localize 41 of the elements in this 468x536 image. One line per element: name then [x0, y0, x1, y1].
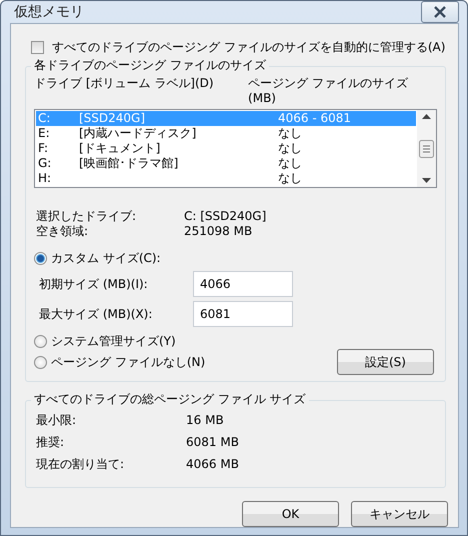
- column-header: ページング ファイルのサイズ (MB): [248, 76, 409, 106]
- summary-value: 4066 MB: [186, 457, 239, 473]
- window-title: 仮想メモリ: [14, 4, 84, 20]
- close-icon: [433, 6, 447, 18]
- radio-option[interactable]: システム管理サイズ(Y): [34, 331, 293, 352]
- summary-value: 6081 MB: [186, 435, 239, 451]
- scroll-up-icon[interactable]: [422, 114, 431, 119]
- checkbox[interactable]: [31, 41, 44, 54]
- radio-button[interactable]: [34, 335, 47, 348]
- scroll-down-icon[interactable]: [422, 178, 431, 183]
- radio-button[interactable]: [34, 356, 47, 369]
- scrollbar[interactable]: [417, 110, 436, 187]
- radio-button[interactable]: [34, 252, 47, 265]
- column-header: ドライブ [ボリューム ラベル](D): [34, 76, 215, 92]
- info-label: 空き領域:: [36, 224, 90, 239]
- info-value: 251098 MB: [184, 224, 252, 239]
- drive-row[interactable]: F: [ドキュメント] なし: [36, 141, 416, 156]
- summary-label: 現在の割り当て:: [36, 457, 126, 473]
- input-field[interactable]: 6081: [193, 301, 293, 327]
- dialog-button[interactable]: キャンセル: [351, 501, 448, 527]
- scroll-thumb-icon[interactable]: [419, 140, 434, 158]
- info-label: 選択したドライブ:: [36, 209, 138, 224]
- radio-option[interactable]: カスタム サイズ(C):: [34, 248, 293, 269]
- field-label: 最大サイズ (MB)(X):: [39, 306, 154, 322]
- summary-label: 推奨:: [36, 435, 66, 451]
- input-field[interactable]: 4066: [193, 271, 293, 297]
- radio-option[interactable]: ページング ファイルなし(N): [34, 352, 293, 373]
- dialog-button[interactable]: OK: [242, 501, 339, 527]
- drive-list[interactable]: C: [SSD240G] 4066 - 6081 E: [内蔵ハードディスク] なし F: [ドキュメント] なし G: [映画館･ドラマ館] なし H: なし: [34, 109, 437, 188]
- drive-row[interactable]: E: [内蔵ハードディスク] なし: [36, 126, 416, 141]
- drive-row[interactable]: G: [映画館･ドラマ館] なし: [36, 156, 416, 171]
- group-title: 各ドライブのページング ファイルのサイズ: [31, 58, 269, 73]
- summary-value: 16 MB: [186, 413, 224, 429]
- group-title: すべてのドライブの総ページング ファイル サイズ: [31, 392, 309, 407]
- drive-row[interactable]: H: なし: [36, 171, 416, 186]
- field-label: 初期サイズ (MB)(I):: [39, 276, 149, 292]
- summary-label: 最小限:: [36, 413, 78, 429]
- settings-button[interactable]: 設定(S): [337, 349, 434, 375]
- auto-manage-checkbox[interactable]: すべてのドライブのページング ファイルのサイズを自動的に管理する(A): [31, 40, 446, 55]
- info-value: C: [SSD240G]: [184, 209, 266, 224]
- close-button[interactable]: [421, 1, 459, 23]
